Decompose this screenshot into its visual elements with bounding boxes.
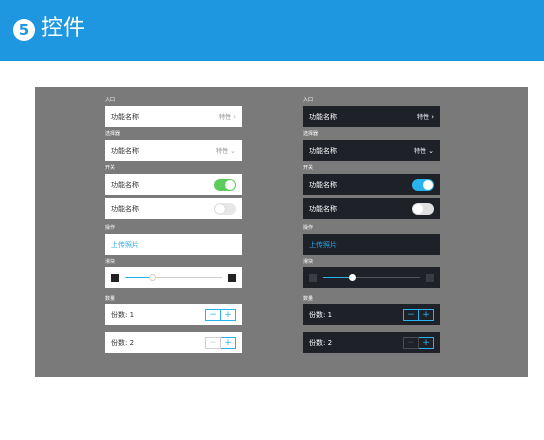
row-label: 功能名称 bbox=[309, 146, 337, 155]
row-value: 特性 bbox=[414, 148, 427, 155]
entry-row[interactable]: 功能名称 特性 › bbox=[105, 106, 242, 127]
upload-photo-row[interactable]: 上传照片 bbox=[105, 234, 242, 255]
switch-row-2: 功能名称 bbox=[105, 198, 242, 219]
plus-icon[interactable]: + bbox=[221, 308, 236, 321]
quantity-row-1: 份数: 1 − + bbox=[303, 304, 440, 325]
toggle-switch-on[interactable] bbox=[412, 178, 434, 191]
slider-fill bbox=[323, 277, 353, 278]
minus-icon[interactable]: − bbox=[205, 336, 221, 349]
slider-row bbox=[105, 267, 242, 288]
plus-icon[interactable]: + bbox=[419, 308, 434, 321]
row-label: 功能名称 bbox=[111, 204, 139, 213]
quantity-stepper: − + bbox=[205, 308, 236, 321]
row-label: 功能名称 bbox=[309, 204, 337, 213]
section-label-selector: 选择器 bbox=[303, 131, 319, 137]
section-label-quantity: 数量 bbox=[303, 296, 314, 302]
minus-icon[interactable]: − bbox=[403, 308, 419, 321]
switch-row-1: 功能名称 bbox=[303, 174, 440, 195]
section-label-entry: 入口 bbox=[105, 97, 116, 103]
upload-photo-row[interactable]: 上传照片 bbox=[303, 234, 440, 255]
page-header: 5 控件 bbox=[0, 0, 544, 61]
slider-min-icon bbox=[111, 273, 119, 282]
section-label-switch: 开关 bbox=[105, 165, 116, 171]
minus-icon[interactable]: − bbox=[403, 336, 419, 349]
section-label-quantity: 数量 bbox=[105, 296, 116, 302]
slider-max-icon bbox=[426, 273, 434, 282]
toggle-switch-off[interactable] bbox=[214, 202, 236, 215]
quantity-row-2: 份数: 2 − + bbox=[303, 332, 440, 353]
step-number-badge: 5 bbox=[13, 19, 35, 41]
row-value: 特性 bbox=[417, 114, 430, 121]
slider-row bbox=[303, 267, 440, 288]
section-label-entry: 入口 bbox=[303, 97, 314, 103]
section-label-slider: 滑块 bbox=[303, 259, 314, 265]
dark-theme-panel: 入口 功能名称 特性 › 选择器 功能名称 特性 ⌄ 开关 功能名称 功能名称 … bbox=[303, 87, 443, 377]
upload-photo-link[interactable]: 上传照片 bbox=[309, 240, 434, 250]
row-label: 份数: 1 bbox=[309, 310, 333, 319]
quantity-stepper: − + bbox=[403, 308, 434, 321]
chevron-right-icon: › bbox=[431, 112, 434, 121]
section-label-switch: 开关 bbox=[303, 165, 314, 171]
selector-row[interactable]: 功能名称 特性 ⌄ bbox=[303, 140, 440, 161]
row-label: 功能名称 bbox=[309, 112, 337, 121]
minus-icon[interactable]: − bbox=[205, 308, 221, 321]
quantity-row-2: 份数: 2 − + bbox=[105, 332, 242, 353]
row-label: 份数: 1 bbox=[111, 310, 135, 319]
row-label: 份数: 2 bbox=[309, 338, 333, 347]
selector-row[interactable]: 功能名称 特性 ⌄ bbox=[105, 140, 242, 161]
row-label: 功能名称 bbox=[111, 112, 139, 121]
slider-max-icon bbox=[228, 273, 236, 282]
showcase-canvas: 入口 功能名称 特性 › 选择器 功能名称 特性 ⌄ 开关 功能名称 功能名称 … bbox=[35, 87, 528, 377]
row-value: 特性 bbox=[216, 148, 229, 155]
light-theme-panel: 入口 功能名称 特性 › 选择器 功能名称 特性 ⌄ 开关 功能名称 功能名称 … bbox=[105, 87, 245, 377]
plus-icon[interactable]: + bbox=[419, 336, 434, 349]
quantity-stepper: − + bbox=[205, 336, 236, 349]
section-label-slider: 滑块 bbox=[105, 259, 116, 265]
section-label-action: 操作 bbox=[303, 225, 314, 231]
slider-track[interactable] bbox=[125, 274, 222, 281]
quantity-stepper: − + bbox=[403, 336, 434, 349]
section-label-selector: 选择器 bbox=[105, 131, 121, 137]
toggle-switch-off[interactable] bbox=[412, 202, 434, 215]
toggle-switch-on[interactable] bbox=[214, 178, 236, 191]
row-label: 份数: 2 bbox=[111, 338, 135, 347]
page-title: 控件 bbox=[41, 16, 86, 41]
slider-min-icon bbox=[309, 273, 317, 282]
chevron-right-icon: › bbox=[233, 112, 236, 121]
slider-thumb[interactable] bbox=[349, 274, 357, 281]
switch-row-2: 功能名称 bbox=[303, 198, 440, 219]
row-label: 功能名称 bbox=[111, 146, 139, 155]
row-label: 功能名称 bbox=[309, 180, 337, 189]
slider-thumb[interactable] bbox=[149, 274, 157, 281]
quantity-row-1: 份数: 1 − + bbox=[105, 304, 242, 325]
row-label: 功能名称 bbox=[111, 180, 139, 189]
chevron-down-icon: ⌄ bbox=[428, 146, 434, 155]
plus-icon[interactable]: + bbox=[221, 336, 236, 349]
slider-fill bbox=[125, 277, 153, 278]
section-label-action: 操作 bbox=[105, 225, 116, 231]
chevron-down-icon: ⌄ bbox=[230, 146, 236, 155]
row-value: 特性 bbox=[219, 114, 232, 121]
slider-track[interactable] bbox=[323, 274, 420, 281]
entry-row[interactable]: 功能名称 特性 › bbox=[303, 106, 440, 127]
upload-photo-link[interactable]: 上传照片 bbox=[111, 240, 236, 250]
switch-row-1: 功能名称 bbox=[105, 174, 242, 195]
